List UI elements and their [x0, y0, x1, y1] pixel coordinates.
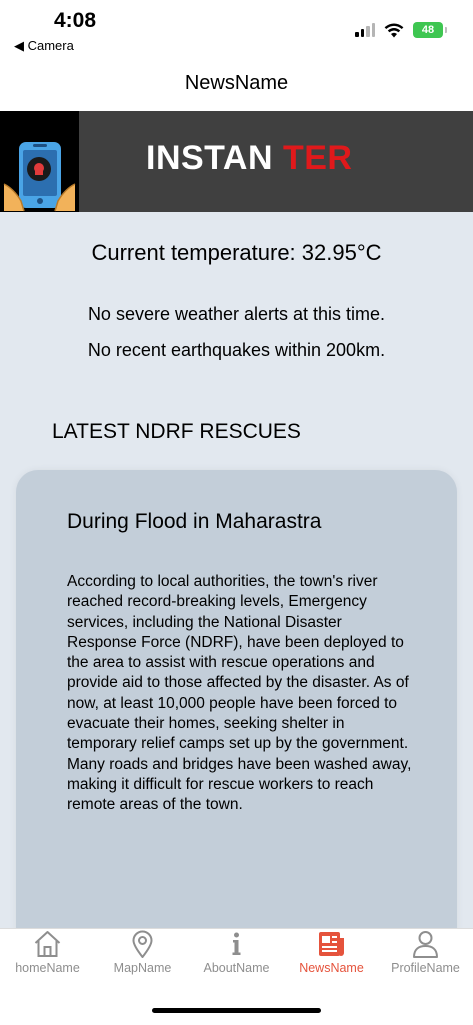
navigation-header: NewsName — [0, 60, 473, 112]
tab-news-label: NewsName — [299, 961, 364, 975]
app-logo — [0, 111, 79, 212]
news-card-title: During Flood in Maharastra — [67, 510, 322, 533]
status-icons: 48 — [355, 22, 447, 38]
current-temperature: Current temperature: 32.95°C — [91, 240, 382, 265]
banner-title-part1: INSTAN — [146, 139, 283, 177]
tab-map[interactable]: MapName — [95, 929, 190, 989]
map-pin-icon — [132, 930, 153, 958]
home-icon — [34, 931, 61, 957]
tab-about-label: AboutName — [203, 961, 270, 975]
tab-about[interactable]: AboutName — [189, 929, 284, 989]
newspaper-icon — [319, 932, 344, 956]
phone-in-hands-icon — [3, 142, 76, 212]
tab-home-label: homeName — [15, 961, 80, 975]
banner-title: INSTAN TER — [146, 139, 352, 178]
banner-title-part2: TER — [282, 139, 353, 177]
cellular-signal-icon — [355, 23, 375, 37]
news-content[interactable]: Current temperature: 32.95°C No severe w… — [0, 212, 473, 928]
page-title: NewsName — [184, 72, 289, 94]
section-heading: LATEST NDRF RESCUES — [52, 420, 301, 443]
back-to-camera-link[interactable]: ◀ Camera — [14, 38, 74, 54]
status-time: 4:08 — [54, 9, 97, 32]
tab-home[interactable]: homeName — [0, 929, 95, 989]
earthquake-alert-status: No recent earthquakes within 200km. — [87, 340, 386, 360]
status-bar: 4:08 ◀ Camera 48 — [0, 0, 473, 60]
info-icon — [232, 932, 241, 955]
tab-news[interactable]: NewsName — [284, 929, 379, 989]
news-card-body: According to local authorities, the town… — [67, 573, 412, 814]
battery-level: 48 — [421, 24, 435, 36]
app-banner: INSTAN TER — [0, 111, 473, 212]
battery-icon: 48 — [413, 22, 447, 38]
tab-profile[interactable]: ProfileName — [378, 929, 473, 989]
news-card[interactable]: During Flood in Maharastra According to … — [16, 470, 457, 928]
tab-map-label: MapName — [113, 961, 172, 975]
wifi-icon — [384, 23, 404, 37]
home-indicator[interactable] — [152, 1008, 321, 1013]
weather-alert-status: No severe weather alerts at this time. — [87, 304, 386, 324]
tab-profile-label: ProfileName — [391, 961, 460, 975]
profile-icon — [413, 931, 438, 958]
